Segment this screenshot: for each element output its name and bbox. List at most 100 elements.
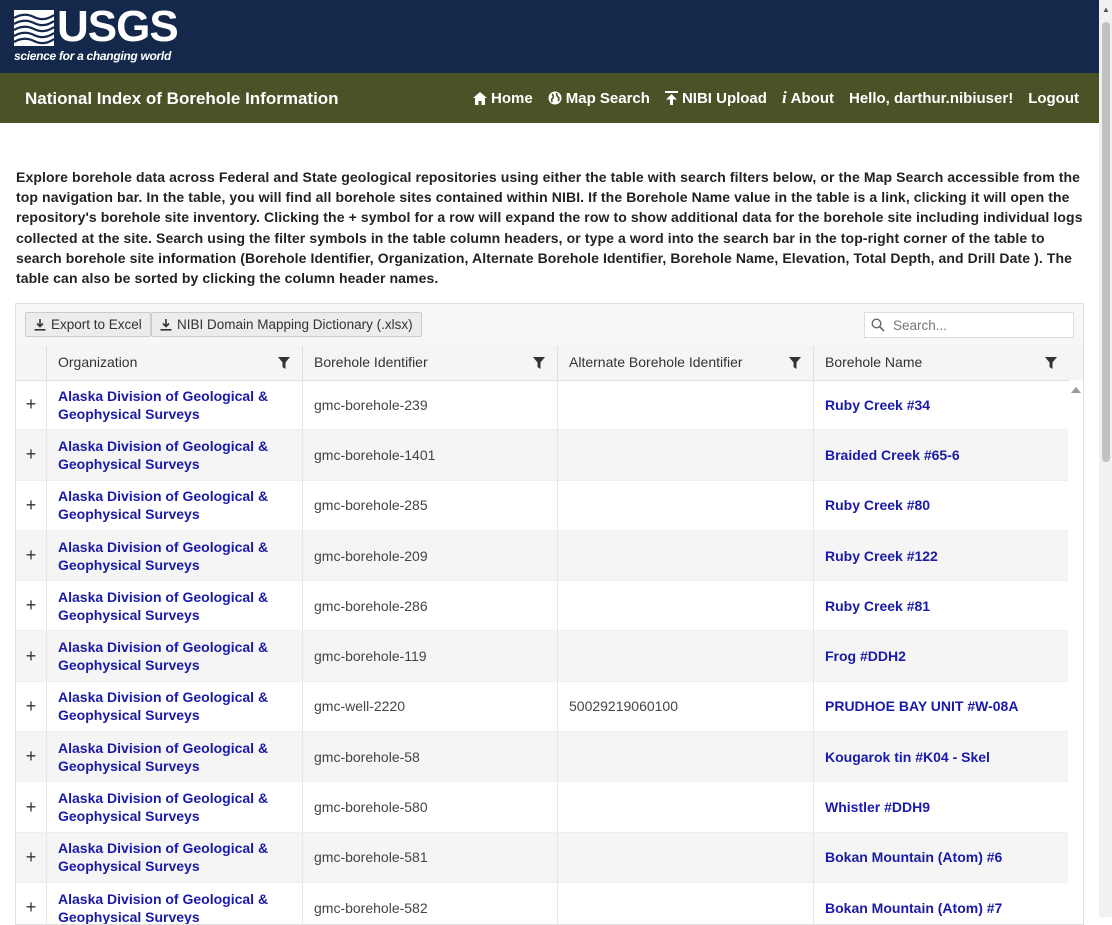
- table-search-box[interactable]: Search...: [864, 312, 1074, 338]
- nav-nibi-upload-label: NIBI Upload: [681, 89, 767, 107]
- expand-row-button[interactable]: +: [16, 430, 46, 479]
- nav-home[interactable]: Home: [473, 88, 533, 108]
- organization-cell[interactable]: Alaska Division of Geological & Geophysic…: [46, 681, 302, 732]
- organization-link-line1[interactable]: Alaska Division of Geological &: [58, 891, 268, 907]
- expand-row-button[interactable]: +: [16, 682, 46, 731]
- organization-link-line1[interactable]: Alaska Division of Geological &: [58, 388, 268, 404]
- nav-about-label: About: [790, 89, 834, 107]
- organization-cell[interactable]: Alaska Division of Geological & Geophysic…: [46, 530, 302, 581]
- table-scroll-up-icon[interactable]: [1071, 387, 1081, 393]
- organization-cell[interactable]: Alaska Division of Geological & Geophysic…: [46, 430, 302, 480]
- organization-link-line2[interactable]: Geophysical Surveys: [58, 456, 200, 472]
- expand-row-button[interactable]: +: [16, 732, 46, 781]
- nav-map-search[interactable]: Map Search: [548, 88, 650, 108]
- filter-icon[interactable]: [533, 357, 545, 369]
- site-title[interactable]: National Index of Borehole Information: [25, 89, 339, 109]
- organization-cell[interactable]: Alaska Division of Geological & Geophysic…: [46, 581, 302, 631]
- organization-link-line1[interactable]: Alaska Division of Geological &: [58, 790, 268, 806]
- organization-link-line1[interactable]: Alaska Division of Geological &: [58, 438, 268, 454]
- export-excel-button[interactable]: Export to Excel: [25, 312, 151, 337]
- borehole-name-link[interactable]: Ruby Creek #34: [825, 396, 930, 414]
- borehole-id-cell: gmc-borehole-239: [302, 380, 557, 430]
- filter-icon[interactable]: [278, 357, 290, 369]
- organization-cell[interactable]: Alaska Division of Geological & Geophysic…: [46, 480, 302, 530]
- organization-link-line1[interactable]: Alaska Division of Geological &: [58, 639, 268, 655]
- borehole-name-link[interactable]: Ruby Creek #80: [825, 496, 930, 514]
- page-scrollbar[interactable]: ▲: [1099, 0, 1112, 917]
- nav-logout[interactable]: Logout: [1028, 88, 1079, 108]
- organization-link-line2[interactable]: Geophysical Surveys: [58, 758, 200, 774]
- organization-link-line1[interactable]: Alaska Division of Geological &: [58, 589, 268, 605]
- organization-link-line1[interactable]: Alaska Division of Geological &: [58, 840, 268, 856]
- expand-row-button[interactable]: +: [16, 380, 46, 429]
- alternate-id-cell: 50029219060100: [557, 681, 813, 732]
- expand-row-button[interactable]: +: [16, 833, 46, 882]
- organization-link-line2[interactable]: Geophysical Surveys: [58, 858, 200, 874]
- borehole-name-link[interactable]: Kougarok tin #K04 - Skel: [825, 748, 990, 766]
- organization-link-line1[interactable]: Alaska Division of Geological &: [58, 539, 268, 555]
- organization-link-line2[interactable]: Geophysical Surveys: [58, 657, 200, 673]
- expand-row-button[interactable]: +: [16, 883, 46, 924]
- borehole-id-value: gmc-borehole-581: [314, 849, 428, 866]
- expand-row-button[interactable]: +: [16, 782, 46, 831]
- borehole-name-link[interactable]: Braided Creek #65-6: [825, 446, 960, 464]
- organization-link-line2[interactable]: Geophysical Surveys: [58, 506, 200, 522]
- alternate-id-cell: [557, 882, 813, 924]
- nav-nibi-upload[interactable]: NIBI Upload: [664, 88, 767, 108]
- column-header-borehole-identifier[interactable]: Borehole Identifier: [302, 346, 557, 380]
- table-scrollbar[interactable]: [1069, 380, 1083, 924]
- borehole-name-cell[interactable]: Bokan Mountain (Atom) #6: [813, 832, 1068, 882]
- borehole-name-link[interactable]: PRUDHOE BAY UNIT #W-08A: [825, 697, 1018, 715]
- filter-icon[interactable]: [789, 357, 801, 369]
- borehole-name-cell[interactable]: Ruby Creek #80: [813, 480, 1068, 530]
- organization-link-line1[interactable]: Alaska Division of Geological &: [58, 689, 268, 705]
- organization-link-line1[interactable]: Alaska Division of Geological &: [58, 740, 268, 756]
- borehole-name-cell[interactable]: Ruby Creek #122: [813, 530, 1068, 581]
- borehole-name-cell[interactable]: PRUDHOE BAY UNIT #W-08A: [813, 681, 1068, 732]
- nav-about[interactable]: i About: [782, 88, 834, 108]
- organization-cell[interactable]: Alaska Division of Geological & Geophysic…: [46, 882, 302, 924]
- alternate-id-cell: [557, 581, 813, 631]
- nav-user-greeting[interactable]: Hello, darthur.nibiuser!: [849, 88, 1013, 108]
- borehole-name-cell[interactable]: Ruby Creek #34: [813, 380, 1068, 430]
- expand-row-button[interactable]: +: [16, 481, 46, 530]
- organization-cell[interactable]: Alaska Division of Geological & Geophysic…: [46, 732, 302, 782]
- scroll-up-icon[interactable]: ▲: [1102, 5, 1110, 14]
- expand-row-button[interactable]: +: [16, 581, 46, 630]
- borehole-name-link[interactable]: Bokan Mountain (Atom) #7: [825, 899, 1002, 917]
- borehole-name-cell[interactable]: Ruby Creek #81: [813, 581, 1068, 631]
- borehole-name-cell[interactable]: Bokan Mountain (Atom) #7: [813, 882, 1068, 924]
- usgs-logo[interactable]: USGS science for a changing world: [14, 5, 179, 66]
- organization-cell[interactable]: Alaska Division of Geological & Geophysic…: [46, 832, 302, 882]
- organization-link-line2[interactable]: Geophysical Surveys: [58, 557, 200, 573]
- borehole-name-link[interactable]: Ruby Creek #81: [825, 597, 930, 615]
- organization-link-line2[interactable]: Geophysical Surveys: [58, 707, 200, 723]
- domain-dictionary-button[interactable]: NIBI Domain Mapping Dictionary (.xlsx): [151, 312, 422, 337]
- borehole-name-cell[interactable]: Kougarok tin #K04 - Skel: [813, 732, 1068, 782]
- expand-row-button[interactable]: +: [16, 631, 46, 680]
- borehole-name-link[interactable]: Frog #DDH2: [825, 647, 906, 665]
- borehole-name-cell[interactable]: Frog #DDH2: [813, 631, 1068, 681]
- column-header-borehole-name[interactable]: Borehole Name: [813, 346, 1069, 380]
- organization-link-line1[interactable]: Alaska Division of Geological &: [58, 488, 268, 504]
- organization-cell[interactable]: Alaska Division of Geological & Geophysic…: [46, 782, 302, 832]
- borehole-name-cell[interactable]: Braided Creek #65-6: [813, 430, 1068, 480]
- borehole-id-value: gmc-borehole-580: [314, 799, 428, 816]
- borehole-id-value: gmc-borehole-239: [314, 396, 428, 413]
- page-scroll-thumb[interactable]: [1102, 22, 1110, 462]
- borehole-name-link[interactable]: Whistler #DDH9: [825, 798, 930, 816]
- column-header-organization[interactable]: Organization: [46, 346, 302, 380]
- borehole-id-value: gmc-well-2220: [314, 698, 406, 715]
- borehole-name-link[interactable]: Ruby Creek #122: [825, 547, 938, 565]
- organization-link-line2[interactable]: Geophysical Surveys: [58, 607, 200, 623]
- organization-cell[interactable]: Alaska Division of Geological & Geophysic…: [46, 380, 302, 430]
- borehole-name-cell[interactable]: Whistler #DDH9: [813, 782, 1068, 832]
- alternate-id-cell: [557, 631, 813, 681]
- column-header-alternate-identifier[interactable]: Alternate Borehole Identifier: [557, 346, 813, 380]
- organization-link-line2[interactable]: Geophysical Surveys: [58, 808, 200, 824]
- expand-row-button[interactable]: +: [16, 531, 46, 580]
- organization-link-line2[interactable]: Geophysical Surveys: [58, 406, 200, 422]
- borehole-name-link[interactable]: Bokan Mountain (Atom) #6: [825, 848, 1002, 866]
- filter-icon[interactable]: [1045, 357, 1057, 369]
- organization-cell[interactable]: Alaska Division of Geological & Geophysic…: [46, 631, 302, 681]
